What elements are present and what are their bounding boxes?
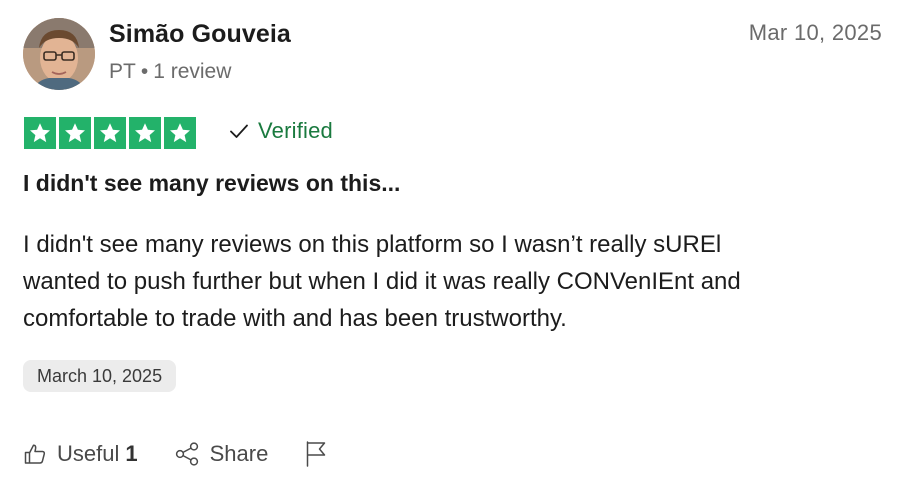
- share-label: Share: [209, 441, 269, 466]
- review-title: I didn't see many reviews on this...: [23, 170, 401, 196]
- avatar-image: [23, 18, 95, 90]
- star-icon: [164, 117, 196, 149]
- checkmark-icon: [230, 124, 248, 138]
- review-body: I didn't see many reviews on this platfo…: [23, 226, 883, 337]
- reviewer-country: PT: [109, 60, 136, 83]
- share-button[interactable]: Share: [174, 441, 269, 467]
- thumbs-up-icon: [24, 444, 46, 464]
- review-body-line: wanted to push further but when I did it…: [23, 268, 741, 295]
- star-icon: [59, 117, 91, 149]
- report-button[interactable]: [304, 440, 328, 468]
- experience-date-chip: March 10, 2025: [23, 360, 177, 392]
- star-icon: [94, 117, 126, 149]
- avatar[interactable]: [23, 18, 95, 90]
- review-body-line: comfortable to trade with and has been t…: [23, 305, 567, 332]
- reviewer-meta: PT • 1 review: [109, 60, 231, 84]
- review-actions: Useful 1 Share: [23, 440, 328, 468]
- review-date: Mar 10, 2025: [748, 20, 882, 45]
- star-rating: [24, 117, 196, 149]
- useful-count: 1: [125, 441, 138, 466]
- share-icon: [175, 442, 198, 466]
- star-icon: [129, 117, 161, 149]
- verified-badge[interactable]: Verified: [229, 118, 333, 144]
- useful-label: Useful: [57, 441, 120, 466]
- verified-label: Verified: [258, 118, 333, 143]
- star-icon: [24, 117, 56, 149]
- reviewer-review-count: 1 review: [153, 60, 232, 83]
- reviewer-name[interactable]: Simão Gouveia: [109, 20, 291, 49]
- useful-button[interactable]: Useful 1: [23, 441, 138, 467]
- review-body-line: I didn't see many reviews on this platfo…: [23, 231, 722, 258]
- flag-icon: [307, 441, 326, 467]
- review-card: Simão Gouveia PT • 1 review Mar 10, 2025 V…: [0, 0, 900, 502]
- meta-separator: •: [140, 60, 149, 83]
